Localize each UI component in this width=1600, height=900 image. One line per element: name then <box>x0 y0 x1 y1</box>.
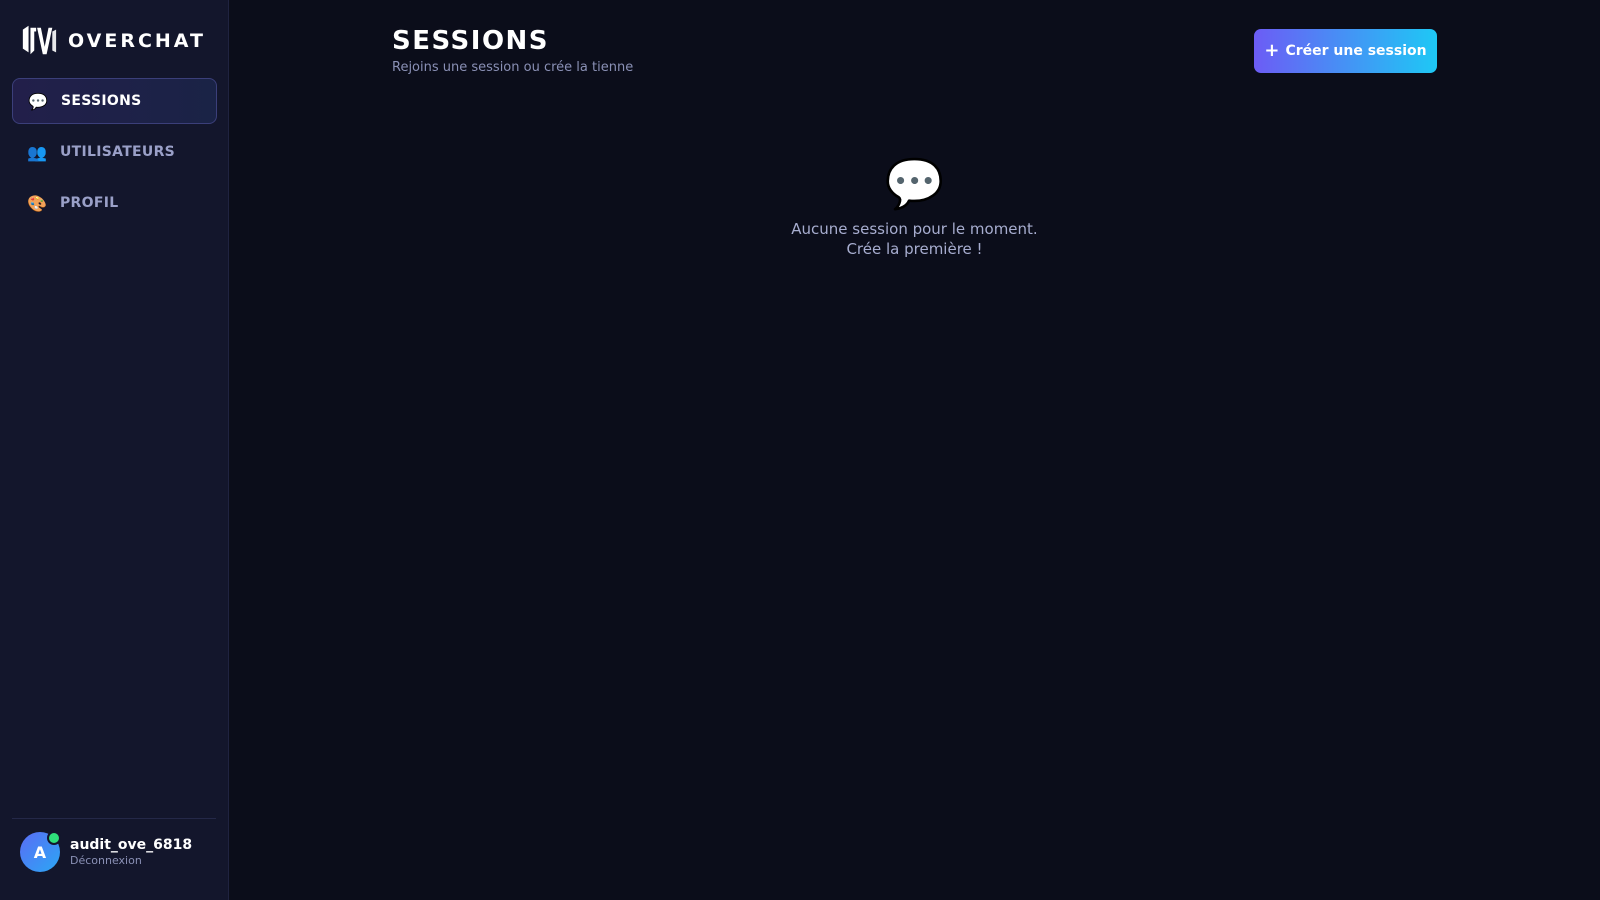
sidebar-item-profil[interactable]: 🎨 PROFIL <box>12 180 217 226</box>
sidebar-item-label: PROFIL <box>60 195 119 211</box>
app-root: OVERCHAT 💬 SESSIONS 👥 UTILISATEURS 🎨 PRO… <box>0 0 1600 900</box>
user-panel: A audit_ove_6818 Déconnexion <box>20 831 192 872</box>
logout-link[interactable]: Déconnexion <box>70 854 192 867</box>
brand[interactable]: OVERCHAT <box>20 22 206 60</box>
avatar[interactable]: A <box>20 831 61 872</box>
sidebar: OVERCHAT 💬 SESSIONS 👥 UTILISATEURS 🎨 PRO… <box>0 0 229 900</box>
create-session-button[interactable]: + Créer une session <box>1254 29 1437 73</box>
main-content: SESSIONS Rejoins une session ou crée la … <box>229 0 1600 900</box>
palette-icon: 🎨 <box>27 193 47 213</box>
sidebar-item-sessions[interactable]: 💬 SESSIONS <box>12 78 217 124</box>
sidebar-item-utilisateurs[interactable]: 👥 UTILISATEURS <box>12 129 217 175</box>
ove-logo-icon <box>22 25 57 55</box>
username: audit_ove_6818 <box>70 837 193 853</box>
speech-bubble-icon: 💬 <box>28 91 48 111</box>
sidebar-item-label: UTILISATEURS <box>60 144 176 160</box>
page-subtitle: Rejoins une session ou crée la tienne <box>392 60 634 75</box>
avatar-initial: A <box>33 842 47 862</box>
brand-name: OVERCHAT <box>68 30 206 52</box>
empty-state: 💬 Aucune session pour le moment. Crée la… <box>229 160 1600 259</box>
speech-bubble-icon: 💬 <box>884 156 945 212</box>
sidebar-nav: 💬 SESSIONS 👥 UTILISATEURS 🎨 PROFIL <box>12 78 217 231</box>
plus-icon: + <box>1264 40 1280 61</box>
empty-state-line-1: Aucune session pour le moment. <box>791 220 1038 238</box>
user-meta: audit_ove_6818 Déconnexion <box>70 837 192 867</box>
empty-state-line-2: Crée la première ! <box>846 239 983 258</box>
page-title: SESSIONS <box>392 26 550 56</box>
sidebar-divider <box>12 818 216 819</box>
sidebar-item-label: SESSIONS <box>61 93 142 109</box>
users-icon: 👥 <box>27 142 47 162</box>
create-session-label: Créer une session <box>1285 43 1427 59</box>
online-status-dot <box>47 831 61 845</box>
